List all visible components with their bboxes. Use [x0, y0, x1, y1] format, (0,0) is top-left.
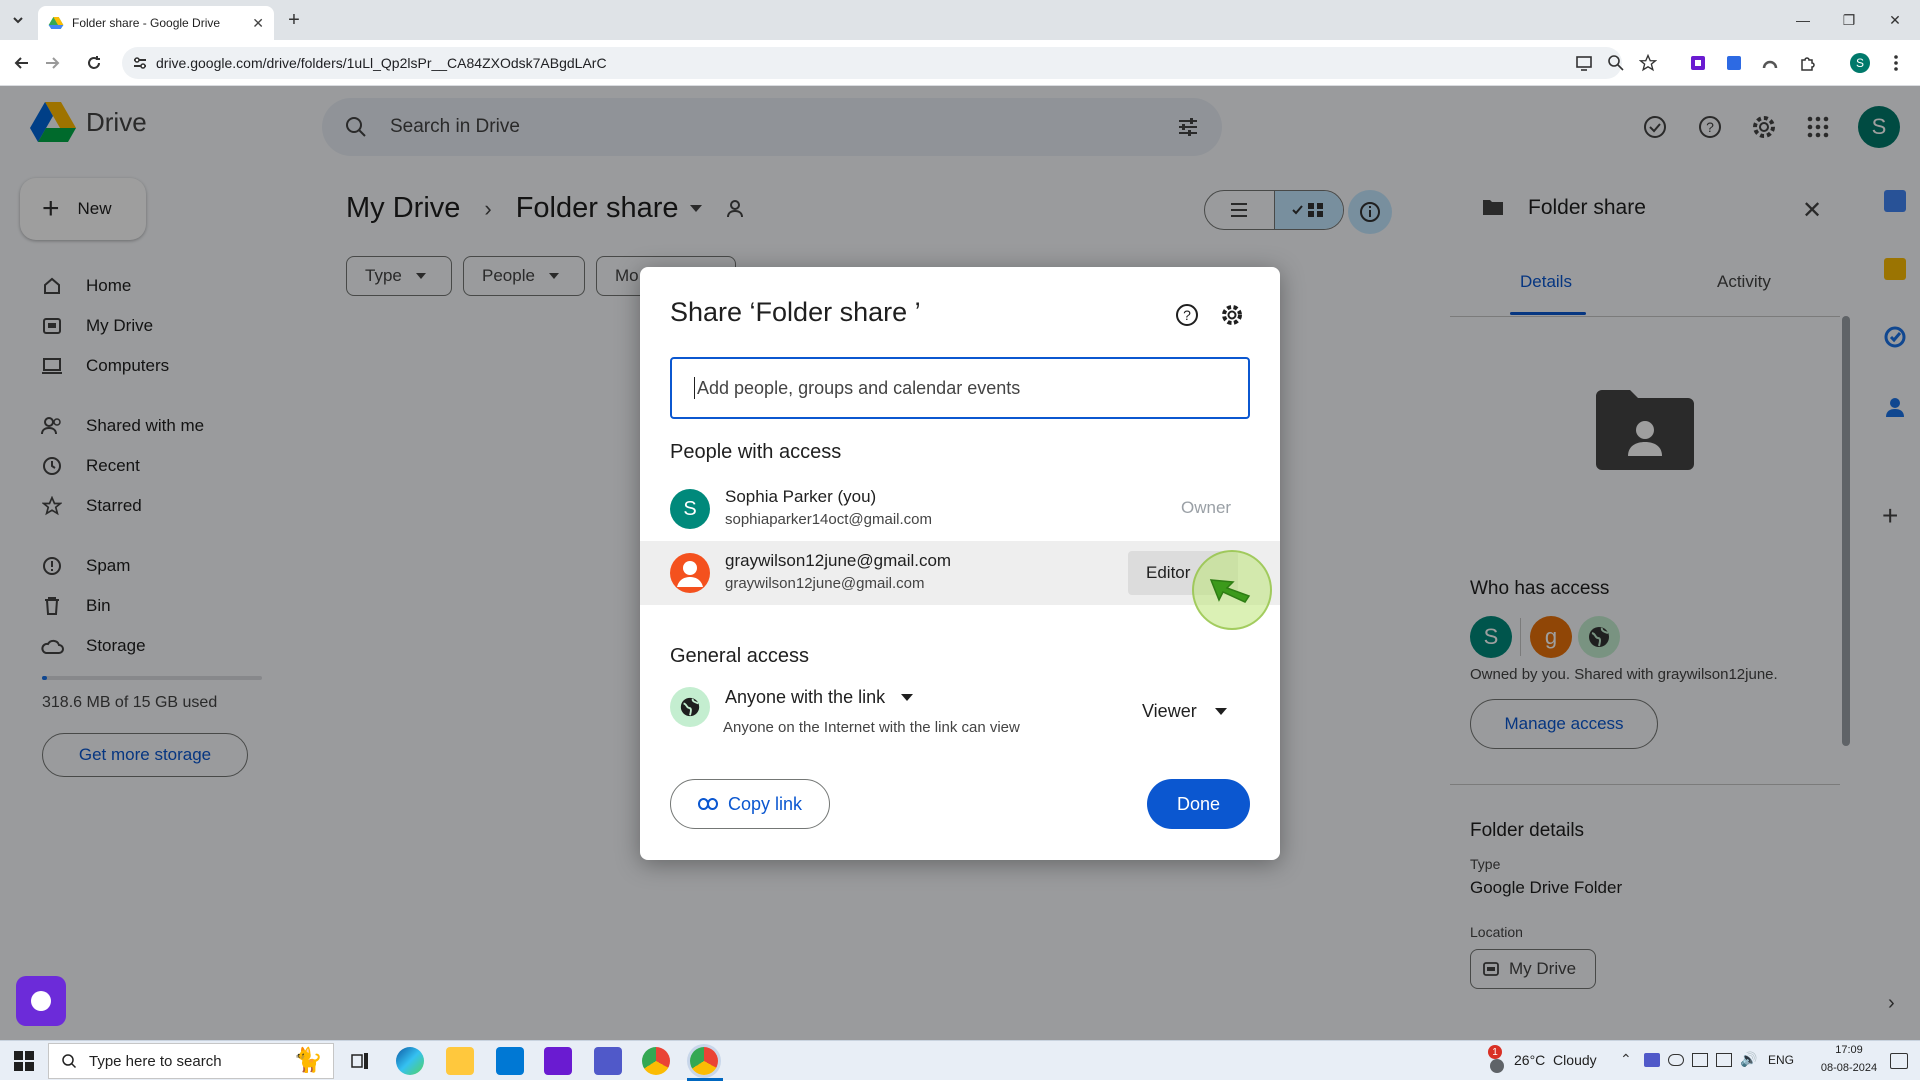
- chrome-profile-a-icon[interactable]: [642, 1047, 670, 1075]
- forward-icon[interactable]: [40, 51, 64, 75]
- extension-arc-icon[interactable]: [1758, 51, 1782, 75]
- svg-text:?: ?: [1183, 307, 1191, 323]
- extension-purple-icon[interactable]: [1686, 51, 1710, 75]
- cursor-arrow-icon: [1209, 579, 1251, 603]
- person-email: sophiaparker14oct@gmail.com: [725, 511, 932, 528]
- person-row-editor[interactable]: graywilson12june@gmail.com graywilson12j…: [640, 541, 1280, 605]
- browser-tab[interactable]: Folder share - Google Drive ✕: [38, 6, 274, 40]
- caret-down-icon: [1214, 707, 1227, 715]
- mail-icon[interactable]: [496, 1047, 524, 1075]
- assistant-widget-icon[interactable]: [16, 976, 66, 1026]
- browser-tab-strip: Folder share - Google Drive ✕ + — ❐ ✕: [0, 0, 1920, 40]
- link-icon: [697, 798, 718, 810]
- clock-time[interactable]: 17:09: [1814, 1044, 1884, 1056]
- weather-text[interactable]: 26°C Cloudy: [1514, 1052, 1597, 1068]
- clock-date[interactable]: 08-08-2024: [1814, 1062, 1884, 1074]
- teams-icon[interactable]: [594, 1047, 622, 1075]
- show-hidden-icons-icon[interactable]: ⌃: [1620, 1051, 1632, 1068]
- file-explorer-icon[interactable]: [446, 1047, 474, 1075]
- tab-list-chevron-icon[interactable]: [8, 10, 28, 30]
- search-icon: [61, 1053, 77, 1069]
- drive-favicon-icon: [48, 17, 64, 29]
- globe-icon: [670, 687, 710, 727]
- volume-icon[interactable]: 🔊: [1740, 1051, 1757, 1068]
- add-people-input[interactable]: Add people, groups and calendar events: [670, 357, 1250, 419]
- person-name: Sophia Parker (you): [725, 487, 877, 506]
- text-caret: [694, 377, 695, 399]
- owner-avatar: S: [670, 489, 710, 529]
- copy-link-button[interactable]: Copy link: [670, 779, 830, 829]
- general-access-heading: General access: [670, 645, 809, 667]
- purple-app-icon[interactable]: [544, 1047, 572, 1075]
- caret-down-icon: [901, 693, 914, 701]
- cat-illustration-icon: 🐈: [293, 1047, 323, 1074]
- restore-icon[interactable]: ❐: [1826, 0, 1872, 40]
- click-highlight: [1192, 550, 1272, 630]
- extension-blue-icon[interactable]: [1722, 51, 1746, 75]
- new-tab-button[interactable]: +: [282, 8, 306, 32]
- person-name: graywilson12june@gmail.com: [725, 551, 952, 570]
- notification-center-icon[interactable]: [1890, 1053, 1908, 1069]
- tray-battery-icon[interactable]: [1692, 1053, 1708, 1067]
- done-button[interactable]: Done: [1147, 779, 1250, 829]
- taskbar-search-input[interactable]: Type here to search 🐈: [48, 1043, 334, 1079]
- language-indicator[interactable]: ENG: [1768, 1053, 1794, 1067]
- bookmark-star-icon[interactable]: [1636, 51, 1660, 75]
- reload-icon[interactable]: [82, 51, 106, 75]
- edge-browser-icon[interactable]: [396, 1047, 424, 1075]
- settings-icon[interactable]: [1220, 303, 1244, 327]
- access-role-dropdown[interactable]: Viewer: [1142, 701, 1227, 722]
- tray-cloud-icon[interactable]: [1668, 1054, 1684, 1066]
- chrome-active-icon[interactable]: [690, 1047, 718, 1075]
- zoom-icon[interactable]: [1604, 51, 1628, 75]
- browser-menu-icon[interactable]: [1884, 51, 1908, 75]
- site-info-icon[interactable]: [132, 55, 148, 71]
- task-view-icon[interactable]: [346, 1047, 374, 1075]
- people-with-access-heading: People with access: [670, 441, 842, 463]
- window-close-icon[interactable]: ✕: [1872, 0, 1918, 40]
- minimize-icon[interactable]: —: [1780, 0, 1826, 40]
- access-scope-dropdown[interactable]: Anyone with the link: [725, 687, 914, 708]
- person-avatar-icon: [670, 553, 710, 593]
- weather-alert-badge: 1: [1488, 1045, 1502, 1059]
- windows-taskbar: Type here to search 🐈 1 26°C Cloudy ⌃ 🔊 …: [0, 1040, 1920, 1081]
- person-email: graywilson12june@gmail.com: [725, 575, 925, 592]
- address-bar-row: drive.google.com/drive/folders/1uLl_Qp2l…: [0, 40, 1920, 86]
- person-row-owner: S Sophia Parker (you) sophiaparker14oct@…: [640, 477, 1280, 541]
- url-field[interactable]: drive.google.com/drive/folders/1uLl_Qp2l…: [122, 47, 1622, 79]
- url-text: drive.google.com/drive/folders/1uLl_Qp2l…: [156, 55, 607, 71]
- access-description: Anyone on the Internet with the link can…: [723, 719, 1020, 736]
- tab-title: Folder share - Google Drive: [72, 16, 221, 30]
- close-tab-icon[interactable]: ✕: [252, 15, 264, 32]
- tray-teams-icon[interactable]: [1644, 1053, 1660, 1067]
- dialog-title: Share ‘Folder share ’: [670, 297, 921, 327]
- network-icon[interactable]: [1716, 1053, 1732, 1067]
- owner-role-label: Owner: [1181, 498, 1232, 517]
- back-icon[interactable]: [10, 51, 34, 75]
- windows-start-icon[interactable]: [14, 1051, 34, 1071]
- add-people-placeholder: Add people, groups and calendar events: [697, 377, 1021, 398]
- share-dialog: Share ‘Folder share ’ ? Add people, grou…: [640, 267, 1280, 860]
- weather-icon[interactable]: [1490, 1059, 1504, 1073]
- extensions-puzzle-icon[interactable]: [1796, 51, 1820, 75]
- install-app-icon[interactable]: [1572, 51, 1596, 75]
- profile-avatar-icon[interactable]: S: [1848, 51, 1872, 75]
- help-icon[interactable]: ?: [1175, 303, 1199, 327]
